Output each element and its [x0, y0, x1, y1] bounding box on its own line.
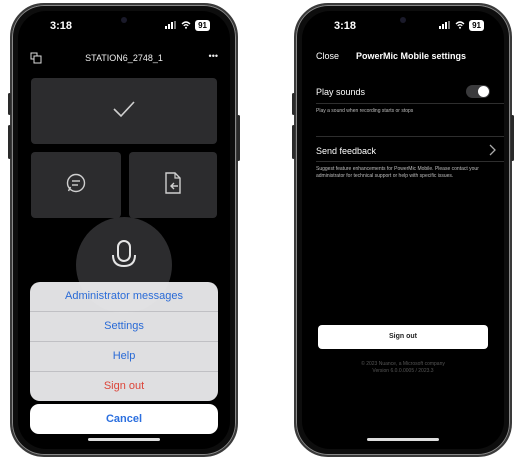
- microphone-icon: [111, 239, 137, 278]
- play-sounds-description: Play a sound when recording starts or st…: [316, 108, 414, 114]
- side-button: [292, 93, 295, 115]
- send-feedback-label[interactable]: Send feedback: [316, 146, 376, 156]
- play-sounds-toggle[interactable]: [466, 85, 490, 98]
- status-icons: 91: [165, 20, 210, 31]
- home-indicator: [367, 438, 439, 441]
- document-transfer-icon: [164, 171, 182, 199]
- battery-indicator: 91: [469, 20, 484, 31]
- more-options-icon[interactable]: •••: [209, 51, 218, 61]
- version-text: Version 6.0.0.0005 / 2023.3: [372, 368, 434, 374]
- sign-out-option[interactable]: Sign out: [30, 371, 218, 401]
- accept-tile[interactable]: [31, 78, 217, 144]
- cancel-button[interactable]: Cancel: [30, 404, 218, 434]
- status-bar: 3:18 91: [18, 17, 230, 35]
- status-time: 3:18: [50, 20, 73, 32]
- divider: [316, 161, 504, 162]
- settings-option[interactable]: Settings: [30, 311, 218, 341]
- action-sheet: Administrator messages Settings Help Sig…: [30, 282, 218, 401]
- divider: [316, 136, 504, 137]
- chat-bubble-icon: [65, 172, 87, 199]
- left-phone: 3:18 91 STATION6_2748_1 ••• Administrato…: [8, 3, 240, 457]
- right-screen: 3:18 91 Close PowerMic Mobile settings P…: [302, 11, 504, 449]
- send-feedback-description: Suggest feature enhancements for PowerMi…: [316, 166, 479, 179]
- station-title: STATION6_2748_1: [85, 53, 163, 63]
- wifi-icon: [181, 20, 191, 31]
- divider: [316, 103, 504, 104]
- settings-header: Close PowerMic Mobile settings: [302, 49, 504, 65]
- administrator-messages-option[interactable]: Administrator messages: [30, 282, 218, 311]
- side-button: [292, 125, 295, 159]
- help-option[interactable]: Help: [30, 341, 218, 371]
- close-button[interactable]: Close: [316, 51, 339, 61]
- page-title: PowerMic Mobile settings: [356, 51, 467, 61]
- side-button: [237, 115, 240, 161]
- side-button: [8, 125, 11, 159]
- right-phone: 3:18 91 Close PowerMic Mobile settings P…: [292, 3, 514, 457]
- sign-out-button[interactable]: Sign out: [318, 325, 488, 349]
- play-sounds-label: Play sounds: [316, 87, 366, 97]
- app-header: STATION6_2748_1 •••: [18, 51, 230, 69]
- messages-tile[interactable]: [31, 152, 121, 218]
- copyright-text: © 2023 Nuance, a Microsoft company: [361, 361, 445, 367]
- home-indicator: [88, 438, 160, 441]
- side-button: [8, 93, 11, 115]
- toggle-knob: [478, 86, 489, 97]
- chevron-right-icon[interactable]: [488, 143, 496, 161]
- status-bar: 3:18 91: [302, 17, 504, 35]
- signal-icon: [165, 20, 177, 31]
- footer: © 2023 Nuance, a Microsoft company Versi…: [302, 361, 504, 375]
- wifi-icon: [455, 20, 465, 31]
- status-icons: 91: [439, 20, 484, 31]
- transfer-tile[interactable]: [129, 152, 217, 218]
- battery-indicator: 91: [195, 20, 210, 31]
- checkmark-icon: [112, 100, 136, 123]
- left-screen: 3:18 91 STATION6_2748_1 ••• Administrato…: [18, 11, 230, 449]
- signal-icon: [439, 20, 451, 31]
- status-time: 3:18: [334, 20, 357, 32]
